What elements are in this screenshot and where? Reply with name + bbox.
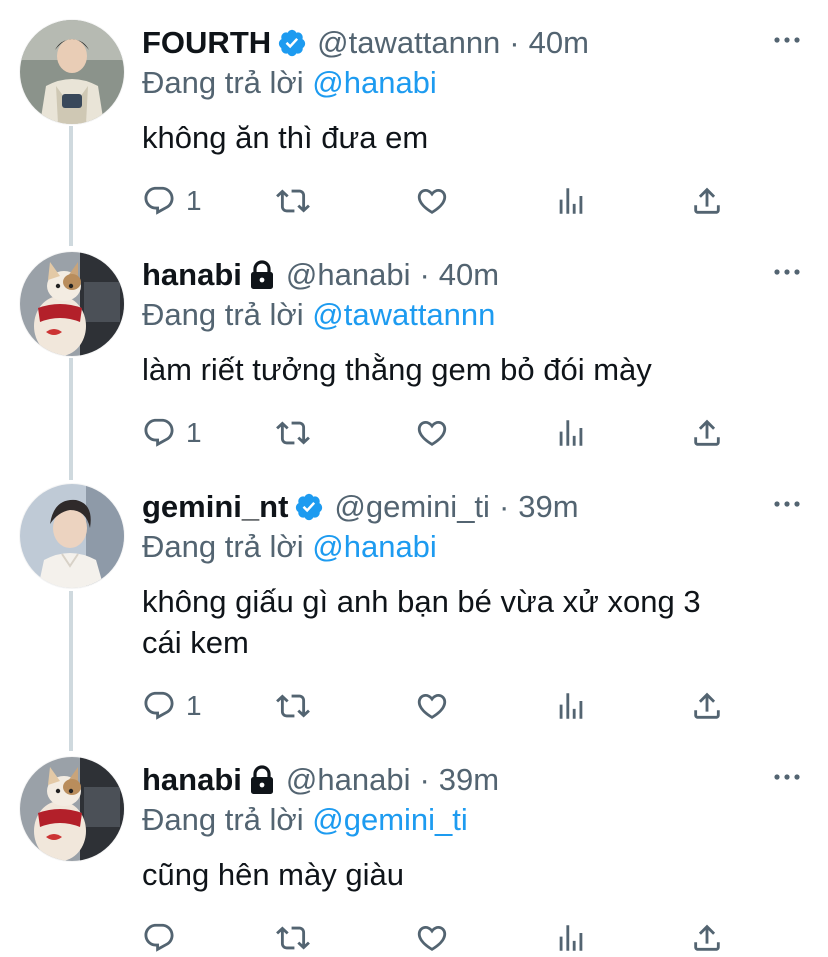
- share-button[interactable]: [690, 184, 724, 218]
- share-icon: [690, 689, 724, 723]
- reply-button[interactable]: [142, 921, 186, 955]
- display-name[interactable]: hanabi: [142, 257, 242, 293]
- reply-prefix: Đang trả lời: [142, 297, 304, 332]
- more-icon[interactable]: [774, 262, 800, 280]
- retweet-icon: [276, 416, 310, 450]
- share-button[interactable]: [690, 921, 724, 955]
- reply-count: 1: [186, 417, 202, 448]
- mention-link[interactable]: @gemini_ti: [312, 802, 468, 837]
- tweet-text: không giấu gì anh bạn bé vừa xử xong 3 c…: [142, 581, 802, 663]
- more-icon[interactable]: [774, 30, 800, 48]
- retweet-button[interactable]: [276, 689, 310, 723]
- reply-button[interactable]: 1: [142, 689, 202, 723]
- lock-icon: [248, 260, 276, 290]
- share-icon: [690, 184, 724, 218]
- analytics-icon: [554, 921, 588, 955]
- analytics-button[interactable]: [554, 416, 588, 450]
- retweet-button[interactable]: [276, 416, 310, 450]
- analytics-button[interactable]: [554, 184, 588, 218]
- separator-dot: ·: [509, 25, 520, 60]
- avatar[interactable]: [20, 252, 124, 356]
- thread-line: [69, 126, 73, 246]
- thread-line: [69, 591, 73, 751]
- reply-icon: [142, 416, 176, 450]
- replying-to: Đang trả lời @tawattannn: [142, 297, 495, 333]
- more-icon[interactable]: [774, 494, 800, 512]
- tweet-text: cũng hên mày giàu: [142, 857, 404, 892]
- reply-button[interactable]: 1: [142, 184, 202, 218]
- retweet-icon: [276, 184, 310, 218]
- like-button[interactable]: [415, 184, 449, 218]
- tweet-text: làm riết tưởng thằng gem bỏ đói mày: [142, 352, 652, 387]
- share-icon: [690, 921, 724, 955]
- like-icon: [415, 184, 449, 218]
- separator-dot: ·: [498, 489, 510, 524]
- reply-icon: [142, 921, 176, 955]
- display-name[interactable]: hanabi: [142, 762, 242, 798]
- reply-button[interactable]: 1: [142, 416, 202, 450]
- timestamp[interactable]: 39m: [518, 489, 578, 525]
- thread-line: [69, 358, 73, 480]
- timestamp[interactable]: 39m: [439, 762, 499, 798]
- reply-prefix: Đang trả lời: [142, 802, 304, 837]
- tweet-text: không ăn thì đưa em: [142, 120, 429, 155]
- handle[interactable]: @gemini_ti: [334, 489, 490, 525]
- verified-badge-icon: [277, 28, 307, 58]
- reply-icon: [142, 689, 176, 723]
- share-button[interactable]: [690, 689, 724, 723]
- mention-link[interactable]: @hanabi: [312, 529, 437, 564]
- analytics-icon: [554, 184, 588, 218]
- like-button[interactable]: [415, 921, 449, 955]
- mention-link[interactable]: @tawattannn: [312, 297, 495, 332]
- reply-count: 1: [186, 690, 202, 721]
- reply-icon: [142, 184, 176, 218]
- handle[interactable]: @tawattannn: [317, 25, 500, 61]
- timestamp[interactable]: 40m: [529, 25, 589, 61]
- retweet-icon: [276, 689, 310, 723]
- timestamp[interactable]: 40m: [439, 257, 499, 293]
- mention-link[interactable]: @hanabi: [312, 65, 437, 100]
- retweet-button[interactable]: [276, 184, 310, 218]
- handle[interactable]: @hanabi: [286, 257, 411, 293]
- like-button[interactable]: [415, 689, 449, 723]
- replying-to: Đang trả lời @gemini_ti: [142, 802, 468, 838]
- analytics-button[interactable]: [554, 921, 588, 955]
- replying-to: Đang trả lời @hanabi: [142, 65, 437, 101]
- separator-dot: ·: [419, 257, 430, 292]
- replying-to: Đang trả lời @hanabi: [142, 529, 437, 565]
- analytics-button[interactable]: [554, 689, 588, 723]
- like-icon: [415, 689, 449, 723]
- verified-badge-icon: [294, 492, 324, 522]
- avatar[interactable]: [20, 484, 124, 588]
- analytics-icon: [554, 689, 588, 723]
- tweet-text-line: cái kem: [142, 625, 249, 660]
- analytics-icon: [554, 416, 588, 450]
- retweet-button[interactable]: [276, 921, 310, 955]
- like-icon: [415, 416, 449, 450]
- display-name[interactable]: gemini_nt: [142, 489, 288, 525]
- avatar[interactable]: [20, 20, 124, 124]
- avatar[interactable]: [20, 757, 124, 861]
- reply-prefix: Đang trả lời: [142, 529, 304, 564]
- share-icon: [690, 416, 724, 450]
- retweet-icon: [276, 921, 310, 955]
- display-name[interactable]: FOURTH: [142, 25, 271, 61]
- lock-icon: [248, 765, 276, 795]
- like-button[interactable]: [415, 416, 449, 450]
- reply-count: 1: [186, 185, 202, 216]
- handle[interactable]: @hanabi: [286, 762, 411, 798]
- separator-dot: ·: [419, 762, 430, 797]
- like-icon: [415, 921, 449, 955]
- more-icon[interactable]: [774, 767, 800, 785]
- share-button[interactable]: [690, 416, 724, 450]
- reply-prefix: Đang trả lời: [142, 65, 304, 100]
- tweet-text-line: không giấu gì anh bạn bé vừa xử xong 3: [142, 584, 701, 619]
